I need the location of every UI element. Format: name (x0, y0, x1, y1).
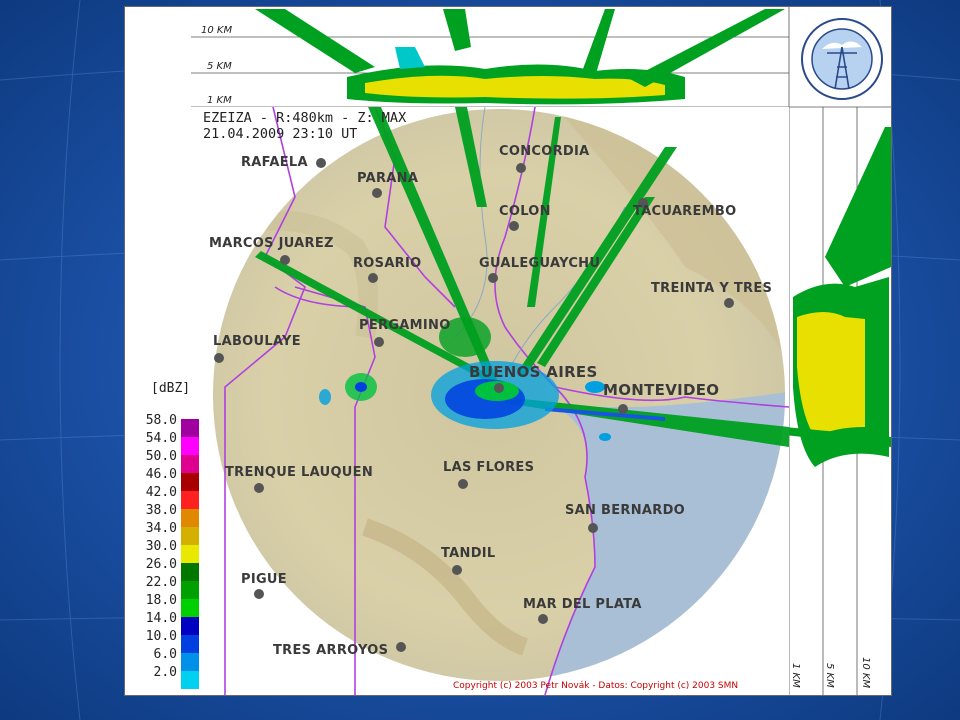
smn-logo (801, 18, 883, 100)
city-label-colon: COLON (499, 204, 551, 219)
side-axis-10km-label: 10 KM (860, 657, 871, 689)
city-label-tres-arroyos: TRES ARROYOS (273, 643, 389, 658)
legend-value: 2.0 (153, 665, 177, 680)
city-label-pigue: PIGUE (241, 572, 287, 587)
city-label-san-bernardo: SAN BERNARDO (565, 503, 686, 518)
station-info: EZEIZA - R:480km - Z: MAX (203, 110, 407, 126)
legend-row: 46.0 (125, 465, 201, 491)
legend-value: 26.0 (145, 557, 177, 572)
city-label-buenos-aires: BUENOS AIRES (469, 363, 598, 381)
city-label-concordia: CONCORDIA (499, 144, 590, 159)
city-label-trenque-lauquen: TRENQUE LAUQUEN (225, 465, 374, 480)
city-label-laboulaye: LABOULAYE (213, 334, 301, 349)
legend-row: 10.0 (125, 627, 201, 653)
city-label-treinta-y-tres: TREINTA Y TRES (651, 281, 773, 296)
legend-row: 2.0 (125, 663, 201, 689)
legend-row: 14.0 (125, 609, 201, 635)
city-label-parana: PARANA (357, 171, 419, 186)
city-label-pergamino: PERGAMINO (359, 318, 451, 333)
side-cross-section (785, 7, 891, 695)
legend-row: 22.0 (125, 573, 201, 599)
legend-value: 38.0 (145, 503, 177, 518)
legend-row: 18.0 (125, 591, 201, 617)
radar-image: 10 KM 5 KM 1 KM 1 KM 5 KM 10 KM EZEIZA -… (124, 6, 892, 696)
top-axis-5km-label: 5 KM (207, 61, 232, 72)
top-axis-10km-label: 10 KM (201, 25, 233, 36)
legend-row: 26.0 (125, 555, 201, 581)
legend-value: 30.0 (145, 539, 177, 554)
legend-row: 30.0 (125, 537, 201, 563)
legend-row: 54.0 (125, 429, 201, 455)
legend-value: 10.0 (145, 629, 177, 644)
city-label-rafaela: RAFAELA (241, 155, 308, 170)
side-axis-5km-label: 5 KM (824, 663, 835, 688)
city-label-tandil: TANDIL (441, 546, 496, 561)
city-label-montevideo: MONTEVIDEO (603, 381, 720, 399)
legend-value: 46.0 (145, 467, 177, 482)
legend-value: 14.0 (145, 611, 177, 626)
legend-value: 54.0 (145, 431, 177, 446)
city-label-rosario: ROSARIO (353, 256, 422, 271)
city-label-gualeguaychu: GUALEGUAYCHU (479, 256, 601, 271)
top-cross-section (191, 9, 789, 108)
city-label-las-flores: LAS FLORES (443, 460, 535, 475)
radar-disc (191, 106, 790, 695)
legend-value: 22.0 (145, 575, 177, 590)
legend-value: 6.0 (153, 647, 177, 662)
legend-value: 58.0 (145, 413, 177, 428)
legend-row: 58.0 (125, 411, 201, 437)
copyright-text: Copyright (c) 2003 Petr Novák - Datos: C… (453, 681, 739, 691)
dbz-legend: 58.0 54.0 50.0 46.0 42.0 38.0 34.0 30.0 26.0 22.0… (125, 377, 201, 695)
legend-row: 38.0 (125, 501, 201, 527)
legend-row: 34.0 (125, 519, 201, 545)
legend-row: 42.0 (125, 483, 201, 509)
legend-value: 50.0 (145, 449, 177, 464)
legend-row: 6.0 (125, 645, 201, 671)
side-axis-1km-label: 1 KM (790, 663, 801, 688)
legend-swatch (181, 671, 199, 689)
legend-value: 42.0 (145, 485, 177, 500)
legend-row: 50.0 (125, 447, 201, 473)
top-axis-1km-label: 1 KM (207, 95, 232, 106)
city-label-marcos-juarez: MARCOS JUAREZ (209, 236, 334, 251)
city-label-tacuarembo: TACUAREMBO (633, 204, 737, 219)
legend-value: 34.0 (145, 521, 177, 536)
city-label-mar-del-plata: MAR DEL PLATA (523, 597, 642, 612)
legend-value: 18.0 (145, 593, 177, 608)
datetime-info: 21.04.2009 23:10 UT (203, 126, 358, 142)
